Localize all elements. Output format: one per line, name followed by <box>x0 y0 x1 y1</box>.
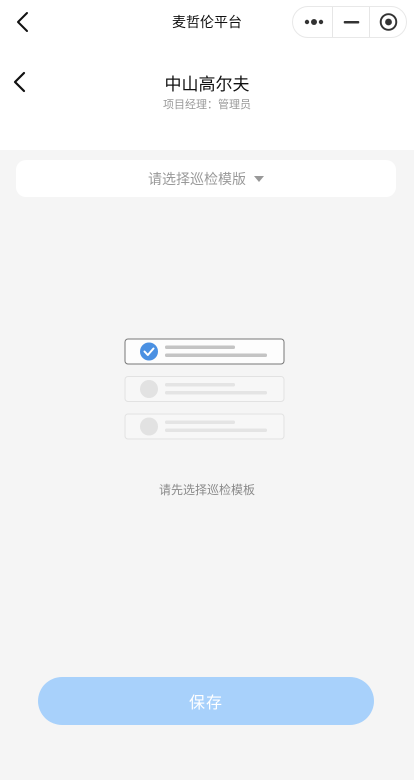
page-header: 中山高尔夫 项目经理：管理员 <box>0 44 414 150</box>
minimize-icon[interactable] <box>332 7 370 37</box>
project-title: 中山高尔夫 <box>164 75 250 95</box>
template-select[interactable]: 请选择巡检模版 <box>16 160 396 197</box>
empty-state-text: 请先选择巡检模板 <box>158 483 255 497</box>
target-close-icon[interactable] <box>369 7 407 37</box>
menu-capsule <box>292 6 407 38</box>
save-button[interactable]: 保存 <box>38 677 374 725</box>
save-button-label: 保存 <box>188 693 223 712</box>
project-manager-subtitle: 项目经理：管理员 <box>163 98 251 111</box>
template-select-placeholder: 请选择巡检模版 <box>148 171 246 188</box>
top-nav-bar: 麦哲伦平台 <box>0 0 414 44</box>
more-dots-icon[interactable] <box>295 7 333 37</box>
checklist-illustration-icon <box>124 338 285 440</box>
triangle-down-icon <box>254 175 264 182</box>
